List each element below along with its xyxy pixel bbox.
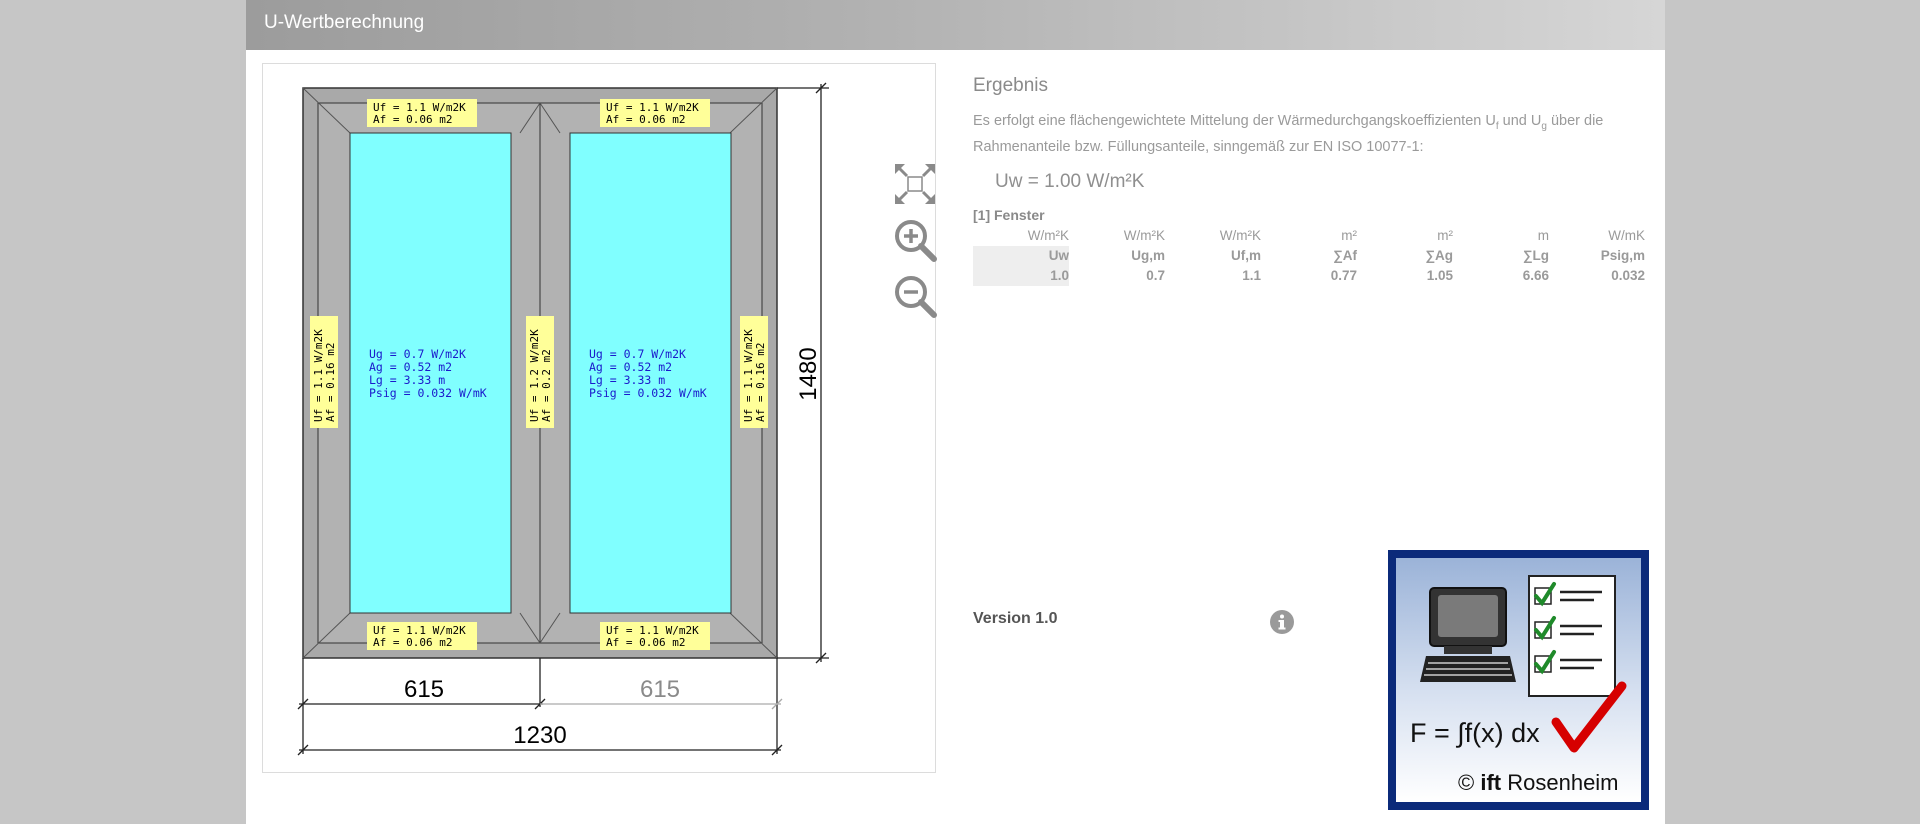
section-label: [1] Fenster (973, 206, 1045, 223)
dimension-total-width: 1230 (513, 722, 566, 749)
fit-screen-icon (895, 164, 935, 204)
unit-ufm: W/m²K (1219, 228, 1261, 244)
label-right-af: Af = 0.16 m2 (754, 343, 767, 422)
header-lg: ∑Lg (1522, 248, 1549, 264)
glass-left-ag: Ag = 0.52 m2 (369, 360, 452, 374)
unit-ag: m² (1437, 228, 1453, 244)
result-description: Es erfolgt eine flächengewichtete Mittel… (973, 111, 1633, 157)
glass-right-psig: Psig = 0.032 W/mK (589, 386, 707, 400)
header-ufm: Uf,m (1231, 248, 1261, 264)
value-ufm: 1.1 (1242, 268, 1261, 284)
value-psig: 0.032 (1611, 268, 1645, 284)
glass-right-ag: Ag = 0.52 m2 (589, 360, 672, 374)
logo-copyright: © ift Rosenheim (1458, 770, 1619, 795)
app-window: U-Wertberechnung Uf = 1.1 W/m2K Af = 0.0… (246, 0, 1665, 824)
header-uw: Uw (973, 245, 1069, 266)
unit-ugm: W/m²K (1123, 228, 1165, 244)
table-units-row: W/m²K W/m²K W/m²K m² m² m W/mK (973, 226, 1645, 246)
label-top-left-af: Af = 0.06 m2 (373, 113, 452, 126)
result-table: W/m²K W/m²K W/m²K m² m² m W/mK Uw Ug,m U… (973, 226, 1645, 286)
label-bottom-right-af: Af = 0.06 m2 (606, 636, 685, 649)
version-label: Version 1.0 (973, 610, 1058, 627)
label-top-right-af: Af = 0.06 m2 (606, 113, 685, 126)
header-psig: Psig,m (1600, 248, 1645, 264)
header-af: ∑Af (1333, 248, 1357, 264)
value-ugm: 0.7 (1146, 268, 1165, 284)
value-ag: 1.05 (1426, 268, 1453, 284)
title-bar: U-Wertberechnung (246, 0, 1665, 50)
header-ugm: Ug,m (1131, 248, 1165, 264)
unit-uw: W/m²K (1027, 228, 1069, 244)
window-drawing: Uf = 1.1 W/m2K Af = 0.06 m2 Uf = 1.1 W/m… (297, 82, 829, 756)
table-header-row: Uw Ug,m Uf,m ∑Af ∑Ag ∑Lg Psig,m (973, 245, 1645, 266)
unit-af: m² (1341, 228, 1357, 244)
uw-result: Uw = 1.00 W/m²K (995, 170, 1145, 192)
header-ag: ∑Ag (1425, 248, 1453, 264)
logo-formula: F = ∫f(x) dx (1410, 718, 1540, 748)
app-title: U-Wertberechnung (264, 12, 425, 33)
zoom-in-button[interactable] (893, 218, 937, 262)
logo-brand: ift (1480, 770, 1501, 795)
glass-left-lg: Lg = 3.33 m (369, 373, 445, 387)
logo-graphic: F = ∫f(x) dx © ift Rosenheim (1388, 550, 1649, 810)
desc-part2: und U (1498, 113, 1542, 129)
dimension-height: 1480 (795, 347, 822, 400)
window-drawing-panel[interactable]: Uf = 1.1 W/m2K Af = 0.06 m2 Uf = 1.1 W/m… (262, 63, 937, 773)
label-mullion-af: Af = 0.2 m2 (540, 349, 553, 422)
dimension-width-left: 615 (404, 676, 444, 703)
fit-screen-button[interactable] (893, 162, 937, 206)
value-lg: 6.66 (1522, 268, 1549, 284)
zoom-in-icon (895, 220, 937, 262)
label-bottom-left-af: Af = 0.06 m2 (373, 636, 452, 649)
result-panel: Ergebnis Es erfolgt eine flächengewichte… (973, 75, 1653, 286)
checklist-icon (1528, 575, 1616, 697)
value-af: 0.77 (1330, 268, 1357, 284)
glass-right-ug: Ug = 0.7 W/m2K (589, 347, 686, 361)
info-button[interactable] (1269, 609, 1295, 635)
ift-rosenheim-logo: F = ∫f(x) dx © ift Rosenheim (1388, 550, 1649, 810)
desc-part1: Es erfolgt eine flächengewichtete Mittel… (973, 113, 1496, 129)
zoom-out-icon (895, 276, 937, 318)
logo-copyright-symbol: © (1458, 770, 1474, 795)
computer-icon (1420, 587, 1516, 682)
logo-place: Rosenheim (1507, 770, 1618, 795)
glass-left-ug: Ug = 0.7 W/m2K (369, 347, 466, 361)
info-icon (1270, 610, 1294, 634)
glass-left-psig: Psig = 0.032 W/mK (369, 386, 487, 400)
glass-right-lg: Lg = 3.33 m (589, 373, 665, 387)
unit-lg: m (1537, 228, 1549, 244)
result-title: Ergebnis (973, 75, 1048, 96)
dimension-width-right: 615 (640, 676, 680, 703)
unit-psig: W/mK (1608, 228, 1645, 244)
zoom-out-button[interactable] (893, 274, 937, 318)
table-value-row: 1.0 0.7 1.1 0.77 1.05 6.66 0.032 (973, 265, 1645, 286)
label-left-af: Af = 0.16 m2 (324, 343, 337, 422)
value-uw: 1.0 (973, 265, 1069, 286)
